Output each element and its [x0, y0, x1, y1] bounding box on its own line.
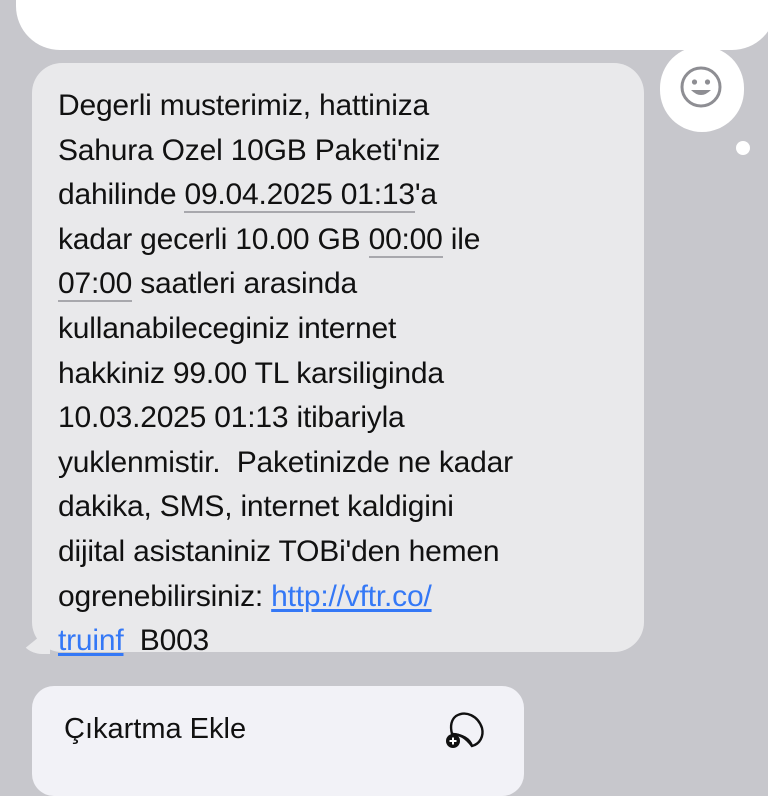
sticker-add-icon[interactable]: [442, 708, 488, 754]
smiley-add-icon[interactable]: [680, 66, 722, 108]
date-link[interactable]: 09.04.2025 01:13: [184, 178, 415, 214]
time-link[interactable]: 00:00: [368, 222, 443, 258]
add-sticker-label: Çıkartma Ekle: [64, 713, 247, 745]
message-text: Degerli musterimiz, hattiniza Sahura Oze…: [58, 89, 513, 658]
time-link[interactable]: 07:00: [58, 267, 132, 303]
url-link[interactable]: http://vftr.co/: [271, 580, 432, 613]
url-link-continued[interactable]: truinf: [58, 624, 124, 657]
emoji-bubble-tail-dot: [736, 141, 750, 155]
reaction-bar: ♥ ● / WA: [16, 0, 768, 50]
